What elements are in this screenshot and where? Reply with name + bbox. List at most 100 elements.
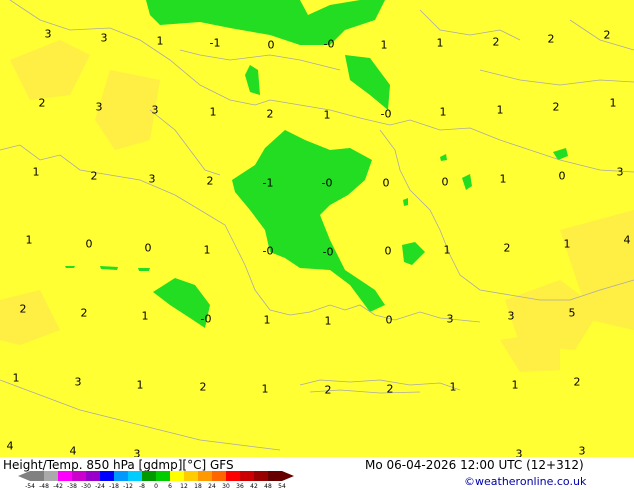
colorbar-tick-label: 0 [154,483,158,490]
contour-label: 1 [32,165,40,179]
contour-label: 2 [206,174,214,188]
contour-label: 0 [385,313,393,327]
colorbar-tick-label: 36 [236,483,244,490]
contour-label: 1 [380,38,388,52]
contour-label: 0 [441,175,449,189]
contour-label: 1 [324,314,332,328]
contour-label: -0 [321,176,333,190]
contour-label: 1 [156,34,164,48]
contour-label: 1 [511,378,519,392]
contour-label: 2 [552,100,560,114]
contour-label: 0 [85,237,93,251]
colorbar-tick-label: -8 [139,483,145,490]
contour-label: 3 [578,444,586,457]
colorbar-arrow-low [18,471,30,481]
contour-label: 3 [95,100,103,114]
contour-label: 4 [6,439,14,453]
colorbar-tick-label: -24 [95,483,105,490]
contour-label: 2 [324,383,332,397]
contour-label: 1 [203,243,211,257]
contour-label: 2 [38,96,46,110]
contour-label: 2 [19,302,27,316]
colorbar-swatch [72,471,86,481]
contour-label: 0 [267,38,275,52]
contour-label: 3 [44,27,52,41]
contour-label: 1 [499,172,507,186]
colorbar-tick-label: -38 [67,483,77,490]
contour-label: 1 [141,309,149,323]
colorbar-tick-label: 54 [278,483,286,490]
colorbar-tick-label: -12 [123,483,133,490]
contour-label: 1 [263,313,271,327]
colorbar-tick-label: 42 [250,483,258,490]
colorbar-swatch [58,471,72,481]
contour-label: 2 [80,306,88,320]
contour-label: 0 [144,241,152,255]
contour-label: 3 [148,172,156,186]
colorbar-swatch [198,471,212,481]
contour-label: 2 [603,28,611,42]
colorbar-tick-label: 18 [194,483,202,490]
contour-label: 1 [436,36,444,50]
colorbar-swatch [128,471,142,481]
colorbar-swatch [212,471,226,481]
contour-label: 0 [382,176,390,190]
colorbar-swatch [240,471,254,481]
contour-label: 3 [100,31,108,45]
contour-label: 1 [261,382,269,396]
contour-label: -0 [323,37,335,51]
contour-label: 2 [266,107,274,121]
contour-label: 3 [616,165,624,179]
contour-label: 1 [12,371,20,385]
contour-label: 2 [547,32,555,46]
cool-zones [65,0,568,328]
contour-label: 3 [133,447,141,458]
map-title: Height/Temp. 850 hPa [gdmp][°C] GFS [3,458,234,472]
credit-link[interactable]: ©weatheronline.co.uk [464,475,586,488]
colorbar-tick-label: 30 [222,483,230,490]
colorbar-swatch [226,471,240,481]
contour-label: 2 [199,380,207,394]
contour-label: 1 [563,237,571,251]
colorbar-swatch [44,471,58,481]
colorbar-swatch [100,471,114,481]
colorbar-swatch [254,471,268,481]
contour-label: 4 [69,444,77,457]
contour-label: 2 [503,241,511,255]
contour-label: 1 [209,105,217,119]
contour-label: -0 [322,245,334,259]
valid-time: Mo 06-04-2026 12:00 UTC (12+312) [365,458,584,472]
contour-label: 1 [449,380,457,394]
contour-label: 1 [439,105,447,119]
contour-label: -0 [380,107,392,121]
colorbar-swatch [268,471,282,481]
contour-label: 3 [151,103,159,117]
colorbar-swatch [114,471,128,481]
contour-label: 2 [492,35,500,49]
contour-label: -0 [262,244,274,258]
contour-label: 2 [90,169,98,183]
map-canvas [0,0,634,451]
colorbar-swatch [142,471,156,481]
colorbar-swatch [156,471,170,481]
colorbar-tick-label: -18 [109,483,119,490]
contour-label: 0 [384,244,392,258]
contour-label: 1 [443,243,451,257]
contour-label: 4 [623,233,631,247]
colorbar-tick-label: -54 [25,483,35,490]
colorbar-swatch [170,471,184,481]
contour-label: -0 [200,312,212,326]
contour-label: 5 [568,306,576,320]
colorbar-tick-label: 24 [208,483,216,490]
colorbar-tick-label: -48 [39,483,49,490]
colorbar-arrow-high [282,471,294,481]
contour-label: -1 [209,36,221,50]
colorbar-swatch [184,471,198,481]
contour-label: 3 [74,375,82,389]
colorbar-swatch [86,471,100,481]
contour-label: 3 [515,447,523,458]
colorbar-tick-label: 12 [180,483,188,490]
colorbar-tick-label: 48 [264,483,272,490]
contour-label: 1 [609,96,617,110]
contour-label: 1 [323,108,331,122]
